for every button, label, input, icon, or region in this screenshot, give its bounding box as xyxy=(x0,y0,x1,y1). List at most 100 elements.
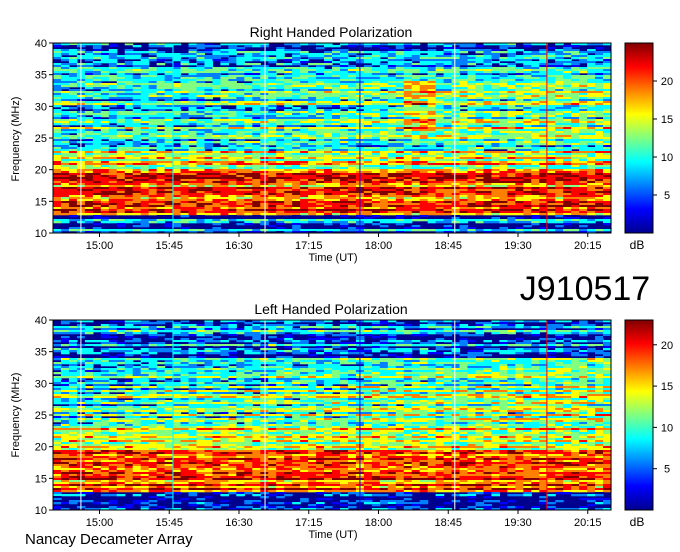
heatmap-cell xyxy=(252,95,261,98)
heatmap-cell xyxy=(371,177,381,180)
heatmap-cell xyxy=(60,65,70,68)
heatmap-cell xyxy=(236,167,245,170)
heatmap-cell xyxy=(427,143,437,146)
heatmap-cell xyxy=(316,161,325,164)
heatmap-cell xyxy=(148,135,158,138)
heatmap-cell xyxy=(228,157,237,160)
heatmap-cell xyxy=(276,107,285,110)
heatmap-cell xyxy=(148,91,158,94)
heatmap-cell xyxy=(124,143,134,146)
heatmap-cell xyxy=(212,51,221,54)
heatmap-cell xyxy=(347,127,357,130)
heatmap-cell xyxy=(300,153,309,156)
heatmap-cell xyxy=(555,51,564,54)
heatmap-cell xyxy=(435,149,445,152)
heatmap-cell xyxy=(363,149,373,152)
heatmap-cell xyxy=(579,79,588,82)
heatmap-cell xyxy=(180,71,190,74)
heatmap-cell xyxy=(563,157,572,160)
heatmap-cell xyxy=(300,143,309,146)
heatmap-cell xyxy=(300,67,309,70)
heatmap-cell xyxy=(276,57,285,60)
heatmap-cell xyxy=(579,143,588,146)
heatmap-cell xyxy=(451,183,461,186)
heatmap-cell xyxy=(555,179,564,182)
heatmap-cell xyxy=(395,93,405,96)
heatmap-cell xyxy=(499,75,508,78)
heatmap-cell xyxy=(284,123,293,126)
heatmap-cell xyxy=(459,145,469,148)
heatmap-cell xyxy=(515,149,524,152)
heatmap-cell xyxy=(204,155,214,158)
panel-title: Right Handed Polarization xyxy=(250,24,413,40)
heatmap-cell xyxy=(371,191,381,194)
heatmap-cell xyxy=(220,183,229,186)
heatmap-cell xyxy=(172,137,182,140)
heatmap-cell xyxy=(531,183,540,186)
heatmap-cell xyxy=(84,79,94,82)
heatmap-cell xyxy=(180,193,190,196)
heatmap-cell xyxy=(563,95,572,98)
heatmap-cell xyxy=(387,163,397,166)
heatmap-cell xyxy=(531,83,540,86)
heatmap-cell xyxy=(451,129,461,132)
heatmap-cell xyxy=(459,93,469,96)
heatmap-cell xyxy=(92,175,102,178)
heatmap-cell xyxy=(148,89,158,92)
heatmap-cell xyxy=(284,63,293,66)
heatmap-cell xyxy=(324,89,333,92)
heatmap-cell xyxy=(244,177,253,180)
heatmap-cell xyxy=(467,135,477,138)
heatmap-cell xyxy=(148,187,158,190)
heatmap-cell xyxy=(571,157,580,160)
heatmap-cell xyxy=(196,183,206,186)
heatmap-cell xyxy=(276,85,285,88)
heatmap-cell xyxy=(435,143,445,146)
heatmap-cell xyxy=(547,115,556,118)
heatmap-cell xyxy=(451,103,461,106)
heatmap-cell xyxy=(316,167,325,170)
heatmap-cell xyxy=(595,191,604,194)
heatmap-cell xyxy=(459,67,469,70)
heatmap-cell xyxy=(68,171,78,174)
heatmap-cell xyxy=(563,145,572,148)
heatmap-cell xyxy=(164,157,174,160)
heatmap-cell xyxy=(148,45,158,48)
heatmap-cell xyxy=(332,53,341,56)
heatmap-cell xyxy=(100,111,110,114)
heatmap-cell xyxy=(220,177,229,180)
heatmap-cell xyxy=(451,119,461,122)
heatmap-cell xyxy=(220,109,229,112)
heatmap-cell xyxy=(507,173,516,176)
heatmap-cell xyxy=(252,151,261,154)
heatmap-cell xyxy=(483,133,493,136)
heatmap-cell xyxy=(595,55,604,58)
heatmap-cell xyxy=(531,133,540,136)
heatmap-cell xyxy=(140,73,150,76)
heatmap-cell xyxy=(53,121,62,124)
heatmap-cell xyxy=(491,115,500,118)
heatmap-cell xyxy=(92,91,102,94)
heatmap-cell xyxy=(379,191,389,194)
heatmap-cell xyxy=(53,99,62,102)
heatmap-cell xyxy=(595,163,604,166)
heatmap-cell xyxy=(403,119,413,122)
heatmap-cell xyxy=(339,127,349,130)
heatmap-cell xyxy=(339,57,349,60)
heatmap-cell xyxy=(547,121,556,124)
heatmap-cell xyxy=(124,147,134,150)
heatmap-cell xyxy=(244,85,253,88)
heatmap-cell xyxy=(467,147,477,150)
heatmap-cell xyxy=(236,121,245,124)
heatmap-cell xyxy=(196,133,206,136)
heatmap-cell xyxy=(603,113,612,116)
heatmap-cell xyxy=(284,119,293,122)
heatmap-cell xyxy=(507,65,516,68)
heatmap-cell xyxy=(196,189,206,192)
heatmap-cell xyxy=(292,69,301,72)
heatmap-cell xyxy=(587,79,596,82)
heatmap-cell xyxy=(371,51,381,54)
heatmap-cell xyxy=(371,169,381,172)
heatmap-cell xyxy=(571,93,580,96)
heatmap-cell xyxy=(443,101,453,104)
